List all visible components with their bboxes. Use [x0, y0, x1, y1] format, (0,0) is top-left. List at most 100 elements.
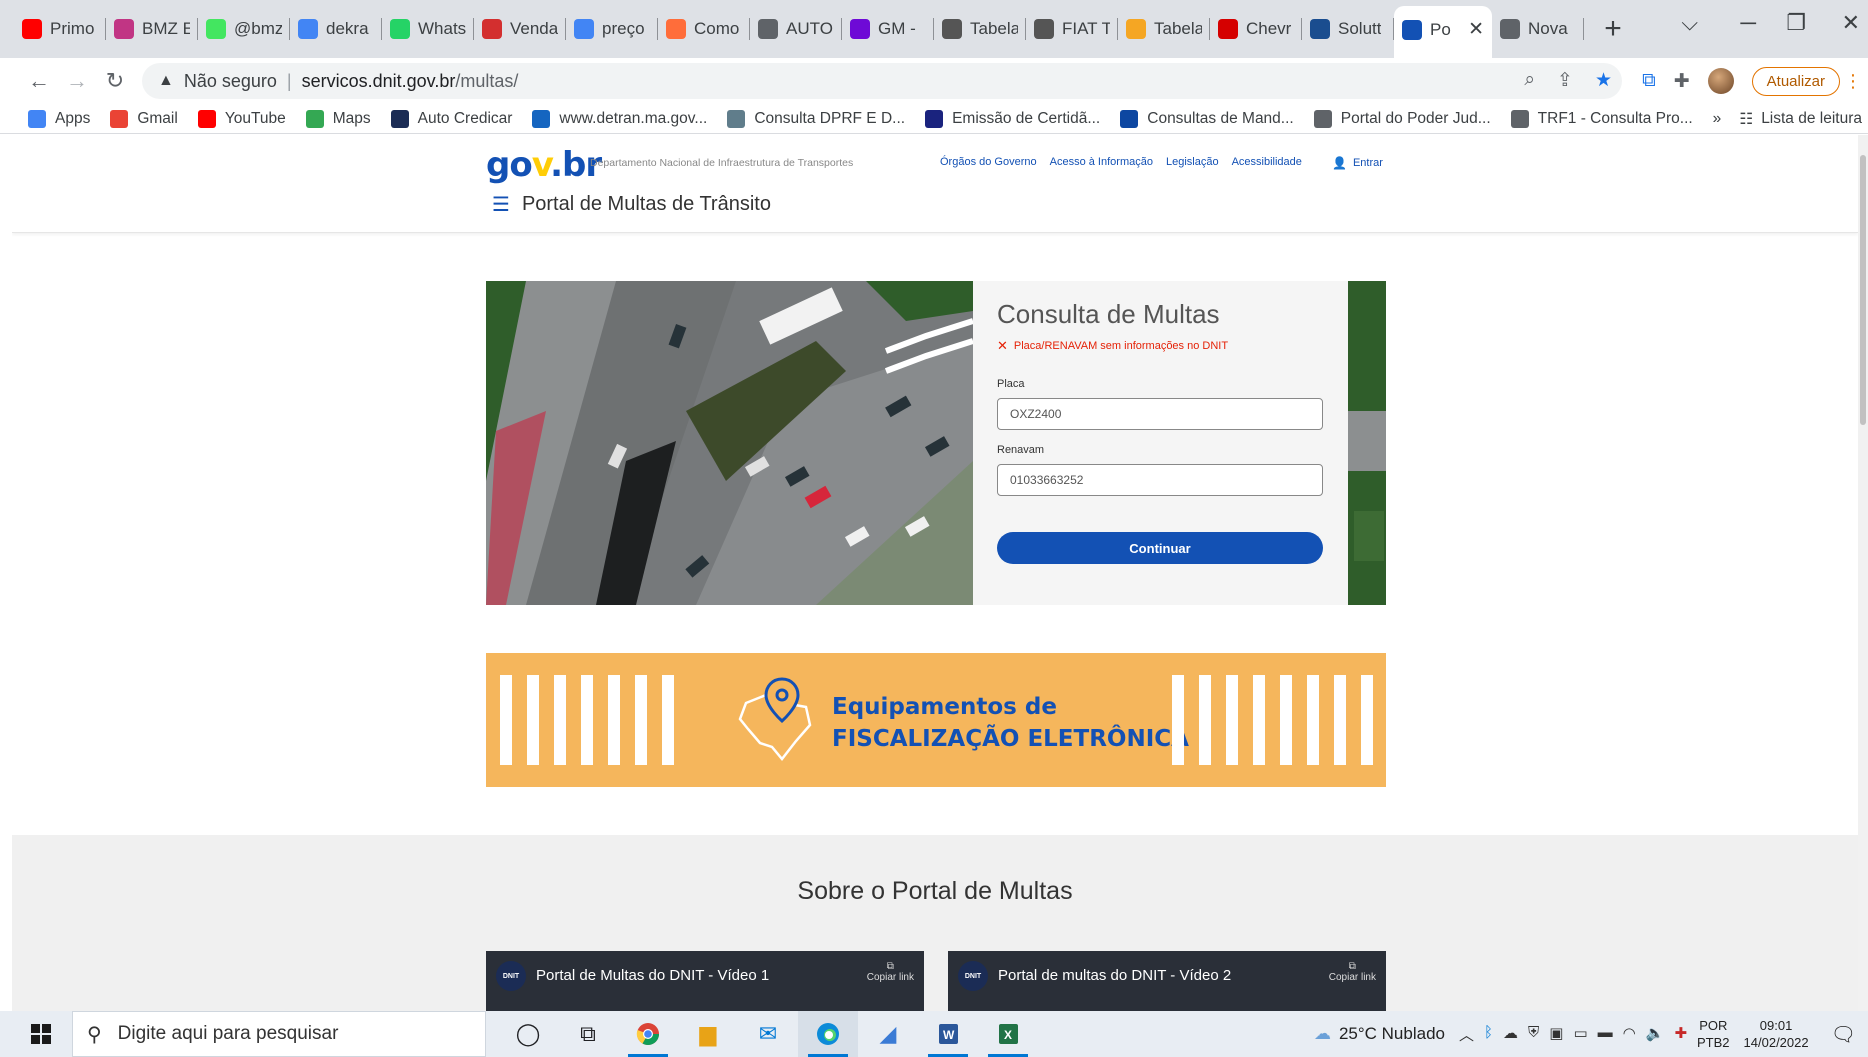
- browser-tab[interactable]: dekra: [290, 5, 382, 53]
- login-button[interactable]: 👤 Entrar: [1332, 156, 1383, 170]
- file-explorer-icon[interactable]: ▆: [678, 1011, 738, 1057]
- extensions-puzzle-icon[interactable]: ✚: [1674, 70, 1690, 93]
- browser-tab[interactable]: Whats: [382, 5, 474, 53]
- mail-icon[interactable]: ✉: [738, 1011, 798, 1057]
- govbr-logo[interactable]: gov.br: [486, 145, 602, 185]
- word-icon[interactable]: W: [918, 1011, 978, 1057]
- app-icon[interactable]: ◢: [858, 1011, 918, 1057]
- gift-icon[interactable]: ✚: [1674, 1024, 1687, 1045]
- browser-tab[interactable]: Tabela: [934, 5, 1026, 53]
- language-indicator[interactable]: POR PTB2: [1697, 1017, 1730, 1051]
- reload-icon[interactable]: ↻: [96, 68, 134, 94]
- bookmark-item[interactable]: www.detran.ma.gov...: [532, 109, 707, 128]
- taskbar-search-box[interactable]: ⚲ Digite aqui para pesquisar: [72, 1011, 486, 1057]
- update-button[interactable]: Atualizar: [1751, 66, 1840, 96]
- notifications-icon[interactable]: 🗨: [1831, 1022, 1856, 1047]
- avatar[interactable]: [1707, 68, 1734, 94]
- bookmark-item[interactable]: Auto Credicar: [390, 109, 512, 128]
- bookmark-label: Apps: [55, 109, 91, 127]
- not-secure-icon: ▲: [158, 72, 174, 89]
- wifi-icon[interactable]: ◠: [1623, 1024, 1636, 1045]
- display-icon[interactable]: ▭: [1573, 1024, 1587, 1045]
- scrollbar-thumb[interactable]: [1860, 155, 1866, 425]
- browser-tab[interactable]: GM -: [842, 5, 934, 53]
- browser-tab[interactable]: BMZ E: [106, 5, 198, 53]
- menu-kebab-icon[interactable]: ⋮: [1844, 71, 1862, 92]
- bookmark-item[interactable]: Gmail: [110, 109, 178, 128]
- bluetooth-icon[interactable]: ᛒ: [1484, 1024, 1493, 1045]
- placa-input[interactable]: [997, 398, 1323, 430]
- browser-tab[interactable]: Po ✕: [1394, 6, 1492, 58]
- bookmark-item[interactable]: Consulta DPRF E D...: [727, 109, 905, 128]
- bookmark-item[interactable]: YouTube: [197, 109, 286, 128]
- hamburger-menu-icon[interactable]: ☰: [492, 192, 510, 217]
- address-bar[interactable]: ▲ Não seguro | servicos.dnit.gov.br/mult…: [142, 63, 1622, 99]
- close-tab-icon[interactable]: ✕: [1468, 18, 1484, 41]
- bookmark-item[interactable]: Consultas de Mand...: [1120, 109, 1294, 128]
- bookmark-item[interactable]: Maps: [305, 109, 371, 128]
- volume-icon[interactable]: 🔈: [1646, 1024, 1665, 1045]
- browser-tab[interactable]: FIAT T: [1026, 5, 1118, 53]
- bookmark-item[interactable]: Emissão de Certidã...: [925, 109, 1101, 128]
- browser-tab[interactable]: preço: [566, 5, 658, 53]
- chevron-up-icon[interactable]: ︿: [1459, 1024, 1474, 1045]
- task-view-icon[interactable]: ⧉: [558, 1011, 618, 1057]
- extension-icon[interactable]: ⧉: [1642, 70, 1656, 92]
- minimize-icon[interactable]: ─: [1740, 10, 1756, 36]
- browser-tab[interactable]: Venda: [474, 5, 566, 53]
- excel-icon[interactable]: X: [978, 1011, 1038, 1057]
- link-legislacao[interactable]: Legislação: [1166, 156, 1219, 168]
- browser-tab[interactable]: Chevr: [1210, 5, 1302, 53]
- prf-icon: [727, 109, 746, 128]
- video-2-copy-link[interactable]: ⧉ Copiar link: [1329, 961, 1376, 983]
- chrome-icon[interactable]: [618, 1011, 678, 1057]
- forward-icon[interactable]: →: [58, 68, 96, 94]
- back-icon[interactable]: ←: [20, 68, 58, 94]
- browser-tab[interactable]: Solutt: [1302, 5, 1394, 53]
- bookmark-item[interactable]: TRF1 - Consulta Pro...: [1510, 109, 1693, 128]
- onedrive-icon[interactable]: ☁: [1503, 1024, 1518, 1045]
- zoom-icon[interactable]: ⌕: [1524, 69, 1535, 92]
- cortana-icon[interactable]: ◯: [498, 1011, 558, 1057]
- weather-widget[interactable]: ☁ 25°C Nublado: [1314, 1024, 1445, 1044]
- video-1-copy-link[interactable]: ⧉ Copiar link: [867, 961, 914, 983]
- tab-label: Solutt: [1338, 19, 1382, 38]
- placa-label: Placa: [997, 378, 1025, 390]
- clock[interactable]: 09:01 14/02/2022: [1744, 1017, 1809, 1051]
- bookmark-item[interactable]: Portal do Poder Jud...: [1313, 109, 1491, 128]
- edge-icon[interactable]: [798, 1011, 858, 1057]
- reading-list-button[interactable]: ☷ Lista de leitura: [1739, 110, 1862, 129]
- link-acessibilidade[interactable]: Acessibilidade: [1232, 156, 1302, 168]
- new-tab-icon[interactable]: +: [1598, 12, 1628, 46]
- security-shield-icon[interactable]: ⛨: [1528, 1024, 1539, 1045]
- video-1[interactable]: DNIT Portal de Multas do DNIT - Vídeo 1 …: [486, 951, 924, 1011]
- continuar-button[interactable]: Continuar: [997, 532, 1323, 564]
- maximize-icon[interactable]: ❐: [1786, 10, 1806, 36]
- more-bookmarks-icon[interactable]: »: [1713, 110, 1722, 128]
- tab-search-icon[interactable]: ⌵: [1681, 10, 1698, 36]
- browser-tab[interactable]: Nova: [1492, 5, 1584, 53]
- close-window-icon[interactable]: ✕: [1842, 10, 1860, 36]
- browser-tab[interactable]: @bmz: [198, 5, 290, 53]
- link-orgaos[interactable]: Órgãos do Governo: [940, 156, 1037, 168]
- battery-icon[interactable]: ▬: [1598, 1024, 1613, 1045]
- tab-label: preço: [602, 19, 645, 38]
- browser-tab[interactable]: Primo: [14, 5, 106, 53]
- renavam-input[interactable]: [997, 464, 1323, 496]
- bookmark-item[interactable]: Apps: [28, 109, 91, 128]
- bookmark-label: Emissão de Certidã...: [952, 109, 1101, 127]
- browser-tab[interactable]: Tabela: [1118, 5, 1210, 53]
- share-icon[interactable]: ⇪: [1557, 69, 1573, 92]
- search-icon: ⚲: [87, 1023, 102, 1046]
- page-scrollbar[interactable]: [1858, 135, 1868, 1011]
- device-icon[interactable]: ▣: [1549, 1024, 1563, 1045]
- page-content: gov.br Departamento Nacional de Infraest…: [12, 135, 1858, 1011]
- fiscalizacao-banner[interactable]: Equipamentos de FISCALIZAÇÃO ELETRÔNICA: [486, 653, 1386, 787]
- browser-tab[interactable]: Como: [658, 5, 750, 53]
- link-acesso-informacao[interactable]: Acesso à Informação: [1050, 156, 1153, 168]
- bookmark-star-icon[interactable]: ★: [1595, 69, 1612, 92]
- taskbar-apps: ◯ ⧉ ▆ ✉ ◢ W X: [498, 1011, 1038, 1057]
- browser-tab[interactable]: AUTO: [750, 5, 842, 53]
- video-2[interactable]: DNIT Portal de multas do DNIT - Vídeo 2 …: [948, 951, 1386, 1011]
- windows-start-icon[interactable]: [18, 1011, 64, 1057]
